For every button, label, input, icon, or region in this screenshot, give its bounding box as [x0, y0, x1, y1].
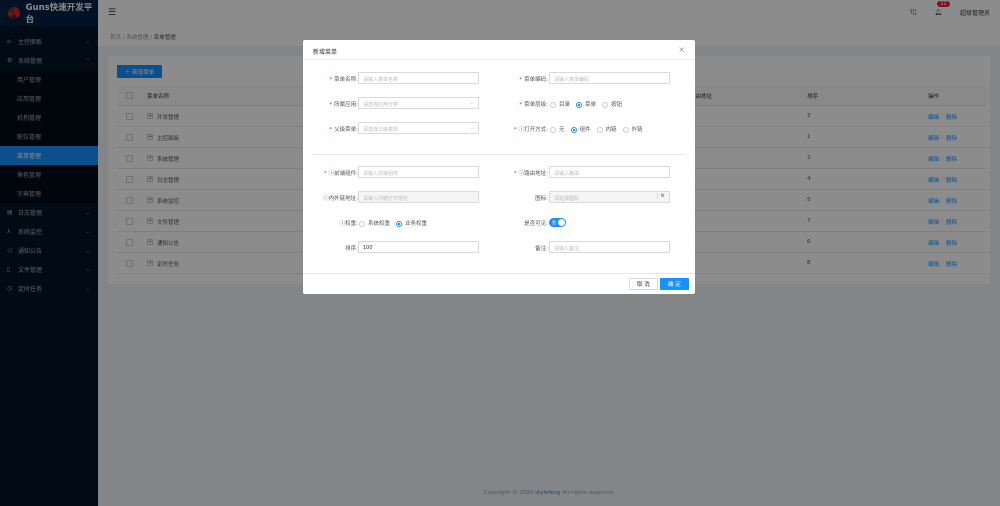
label-parent: * 父级菜单:: [329, 127, 358, 133]
ok-button[interactable]: 确 定: [660, 278, 689, 290]
radio-icon: [576, 101, 583, 108]
icon-input[interactable]: 请选择图标 ⚙: [549, 191, 670, 203]
radio-option[interactable]: 菜单: [576, 100, 596, 108]
menu-level-radio-group: 目录 菜单 按钮: [550, 100, 622, 108]
radio-option[interactable]: 业务权重: [396, 219, 427, 227]
radio-icon: [570, 126, 577, 133]
label-remark: 备注:: [535, 246, 548, 252]
divider: [303, 273, 695, 274]
divider: [313, 154, 685, 155]
radio-icon: [550, 101, 556, 108]
radio-icon: [359, 220, 365, 227]
add-menu-modal: 新增菜单 × * 菜单名称: 请输入菜单名称 * 菜单编码: 请输入菜单编码 * 所属…: [303, 40, 695, 294]
radio-option[interactable]: 目录: [550, 100, 570, 108]
label-open: * ⓘ打开方式:: [513, 127, 548, 133]
radio-option[interactable]: 系统权重: [359, 219, 390, 227]
label-name: * 菜单名称:: [329, 77, 358, 83]
radio-icon: [622, 126, 629, 133]
radio-option[interactable]: 无: [550, 125, 565, 133]
cancel-button[interactable]: 取 消: [629, 278, 658, 290]
label-link: ⓘ内外链地址:: [323, 196, 358, 202]
radio-option[interactable]: 组件: [570, 125, 591, 133]
label-visible: 是否可见:: [524, 221, 548, 227]
label-sort: 排序:: [345, 246, 358, 252]
menu-code-input[interactable]: 请输入菜单编码: [549, 72, 670, 84]
modal-title: 新增菜单: [313, 49, 338, 56]
open-type-radio-group: 无组件 内链 外链: [550, 125, 643, 133]
close-icon[interactable]: ×: [678, 45, 685, 54]
label-component: * ⓘ前端组件:: [323, 171, 358, 177]
radio-option[interactable]: 内链: [596, 125, 617, 133]
label-weight: ⓘ权重:: [339, 221, 358, 227]
radio-icon: [596, 126, 603, 133]
radio-option[interactable]: 外链: [622, 125, 643, 133]
radio-icon: [396, 220, 403, 227]
weight-radio-group: 系统权重 业务权重: [359, 219, 427, 227]
remark-input[interactable]: 请输入备注: [549, 241, 670, 253]
label-app: * 所属应用:: [329, 102, 358, 108]
label-level: * 菜单层级:: [519, 102, 548, 108]
label-router: * ⓘ路由地址:: [513, 171, 548, 177]
router-input[interactable]: 请输入路由: [549, 166, 670, 178]
gear-icon[interactable]: ⚙: [656, 193, 665, 199]
radio-icon: [550, 126, 556, 133]
radio-option[interactable]: 按钮: [602, 100, 622, 108]
label-icon: 图标:: [535, 196, 548, 202]
label-code: * 菜单编码:: [519, 77, 548, 83]
radio-icon: [602, 101, 609, 108]
visible-switch[interactable]: 是: [549, 218, 566, 227]
